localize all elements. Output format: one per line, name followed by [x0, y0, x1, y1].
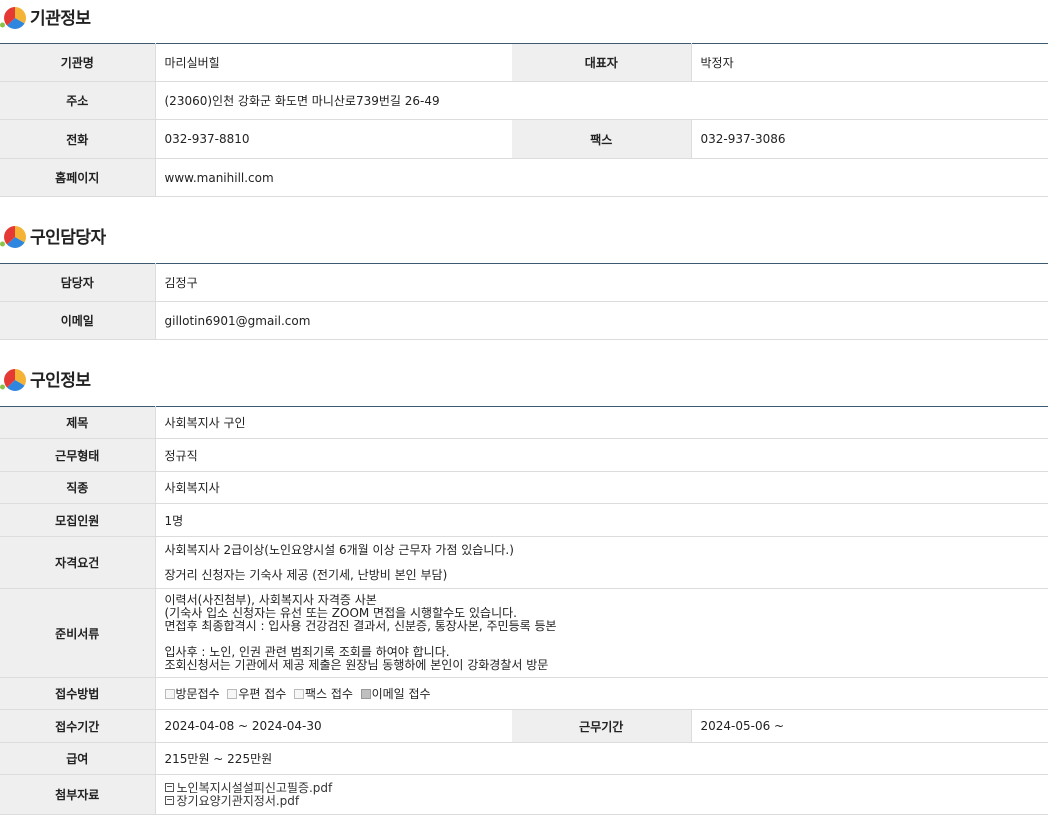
subject-label: 제목 [0, 406, 156, 439]
file-icon [164, 782, 174, 792]
period-label: 접수기간 [0, 709, 156, 743]
employment-type-label: 근무형태 [0, 438, 156, 472]
attachments-label: 첨부자료 [0, 774, 156, 815]
method-option-label: 우편 접수 [238, 687, 287, 701]
org-section-title: 기관정보 [0, 1, 91, 31]
job-info-table: 제목 사회복지사 구인 근무형태 정규직 직종 사회복지사 모집인원 1명 자격… [0, 406, 1048, 815]
documents-label: 준비서류 [0, 588, 156, 678]
email-label: 이메일 [0, 301, 156, 340]
section-bullet-icon [0, 2, 28, 30]
section-bullet-icon [0, 364, 28, 392]
qualification-value: 사회복지사 2급이상(노인요양시설 6개월 이상 근무자 가점 있습니다.) 장… [155, 536, 1048, 589]
section-heading: 구인담당자 [30, 227, 106, 248]
method-option-visit[interactable]: 방문접수 [164, 687, 220, 701]
headcount-label: 모집인원 [0, 503, 156, 537]
homepage-label: 홈페이지 [0, 158, 156, 197]
representative-label: 대표자 [512, 43, 692, 82]
address-label: 주소 [0, 81, 156, 120]
phone-label: 전화 [0, 119, 156, 159]
file-icon [164, 795, 174, 805]
contact-section-title: 구인담당자 [0, 220, 106, 250]
checkbox-email[interactable] [360, 689, 371, 699]
contact-info-table: 담당자 김정구 이메일 gillotin6901@gmail.com [0, 263, 1048, 340]
checkbox-visit[interactable] [164, 689, 175, 699]
phone-value: 032-937-8810 [155, 119, 512, 159]
subject-value: 사회복지사 구인 [155, 406, 1048, 439]
qualification-line: 장거리 신청자는 기숙사 제공 (전기세, 난방비 본인 부담) [164, 567, 448, 582]
address-value: (23060)인천 강화군 화도면 마니산로739번길 26-49 [155, 81, 1048, 120]
attachments-value: 노인복지시설설피신고필증.pdf 장기요양기관지정서.pdf [155, 774, 1049, 815]
work-period-value: 2024-05-06 ~ [691, 709, 1048, 743]
org-name-value: 마리실버힐 [155, 43, 512, 82]
attachment-link[interactable]: 장기요양기관지정서.pdf [164, 793, 1049, 808]
page-title: 기관정보 [30, 8, 91, 29]
checkbox-mail[interactable] [227, 689, 238, 699]
method-option-label: 팩스 접수 [304, 687, 353, 701]
section-heading: 구인정보 [30, 370, 91, 391]
qualification-label: 자격요건 [0, 536, 156, 589]
method-option-label: 이메일 접수 [371, 687, 431, 701]
org-info-table: 기관명 마리실버힐 대표자 박정자 주소 (23060)인천 강화군 화도면 마… [0, 43, 1048, 197]
method-option-email[interactable]: 이메일 접수 [360, 687, 431, 701]
section-bullet-icon [0, 221, 28, 249]
contact-person-label: 담당자 [0, 263, 156, 302]
representative-value: 박정자 [691, 43, 1048, 82]
attachment-name: 장기요양기관지정서.pdf [176, 793, 300, 808]
job-type-value: 사회복지사 [155, 471, 1048, 504]
fax-value: 032-937-3086 [691, 119, 1048, 159]
contact-person-value: 김정구 [155, 263, 1048, 302]
documents-line: 조회신청서는 기관에서 제공 제출은 원장님 동행하에 본인이 강화경찰서 방문 [164, 658, 549, 672]
fax-label: 팩스 [512, 119, 692, 159]
job-section-title: 구인정보 [0, 363, 91, 393]
job-type-label: 직종 [0, 471, 156, 504]
attachment-name: 노인복지시설설피신고필증.pdf [176, 780, 333, 795]
documents-line: 면접후 최종합격시 : 입사용 건강검진 결과서, 신분증, 통장사본, 주민등… [164, 619, 557, 633]
qualification-line: 사회복지사 2급이상(노인요양시설 6개월 이상 근무자 가점 있습니다.) [164, 542, 514, 557]
employment-type-value: 정규직 [155, 438, 1048, 472]
method-options: 방문접수 우편 접수 팩스 접수 이메일 접수 [155, 677, 1048, 710]
method-option-fax[interactable]: 팩스 접수 [293, 687, 353, 701]
salary-value: 215만원 ~ 225만원 [155, 742, 1048, 775]
email-value: gillotin6901@gmail.com [155, 301, 1048, 340]
salary-label: 급여 [0, 742, 156, 775]
documents-value: 이력서(사진첨부), 사회복지사 자격증 사본 (기숙사 입소 신청자는 유선 … [155, 588, 1048, 678]
headcount-value: 1명 [155, 503, 1048, 537]
period-value: 2024-04-08 ~ 2024-04-30 [155, 709, 512, 743]
work-period-label: 근무기간 [512, 709, 692, 743]
org-name-label: 기관명 [0, 43, 156, 82]
method-option-label: 방문접수 [175, 687, 220, 701]
method-label: 접수방법 [0, 677, 156, 710]
homepage-value: www.manihill.com [155, 158, 1048, 197]
checkbox-fax[interactable] [293, 689, 304, 699]
method-option-mail[interactable]: 우편 접수 [227, 687, 286, 701]
